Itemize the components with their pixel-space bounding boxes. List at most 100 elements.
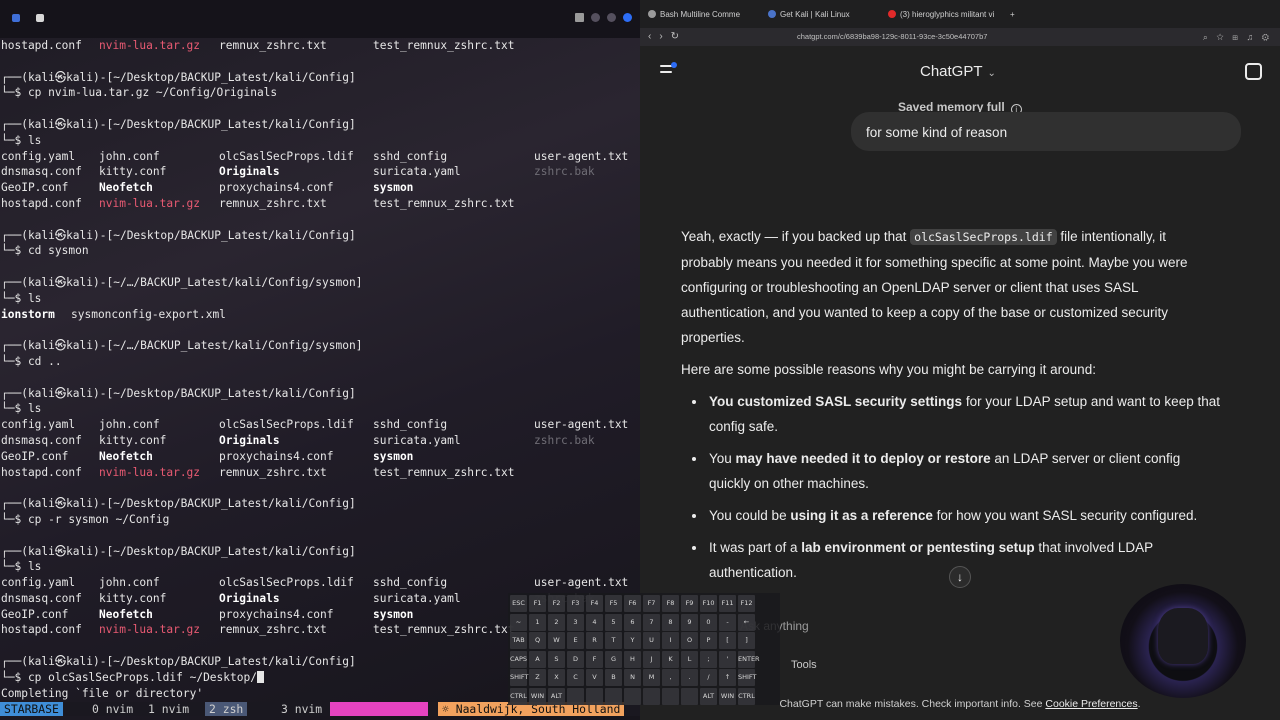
keyboard-key[interactable]: F4	[586, 595, 603, 612]
browser-tab[interactable]: (3) hieroglyphics militant vi	[888, 6, 1006, 24]
keyboard-key[interactable]: 6	[624, 613, 641, 631]
minimize-button[interactable]	[591, 13, 600, 22]
browser-tab[interactable]: Bash Multiline Comme	[648, 6, 760, 24]
keyboard-key[interactable]	[567, 687, 584, 705]
terminal-text: john.conf	[99, 576, 160, 590]
keyboard-key[interactable]: P	[700, 632, 717, 649]
on-screen-keyboard[interactable]: ESC F1 F2 F3 F4 F5 F6 F7 F8 F9 F10 F11 F12 ~1 2 3 4 5 6 7 8 9…	[508, 593, 780, 705]
keyboard-key[interactable]: F10	[700, 595, 717, 612]
keyboard-key[interactable]: '	[719, 650, 736, 668]
keyboard-key[interactable]: N	[624, 669, 641, 686]
grid-icon[interactable]	[575, 13, 584, 22]
maximize-button[interactable]	[607, 13, 616, 22]
keyboard-key[interactable]: /	[700, 669, 717, 686]
model-selector[interactable]: ChatGPT ⌄	[920, 63, 996, 80]
keyboard-key[interactable]: 5	[605, 613, 622, 631]
keyboard-key[interactable]: F12	[738, 595, 755, 612]
keyboard-key[interactable]	[605, 687, 622, 705]
keyboard-key[interactable]: O	[681, 632, 698, 649]
keyboard-key[interactable]: F5	[605, 595, 622, 612]
keyboard-key[interactable]: SHIFT	[510, 669, 529, 686]
keyboard-key[interactable]: M	[643, 669, 660, 686]
keyboard-key[interactable]: 7	[643, 613, 660, 631]
close-button[interactable]	[623, 13, 632, 22]
statusbar-segment: 0 nvim	[88, 702, 138, 716]
keyboard-key[interactable]: L	[681, 650, 698, 668]
keyboard-key[interactable]: SHIFT	[738, 669, 757, 686]
keyboard-key[interactable]: ALT	[548, 687, 565, 705]
keyboard-key[interactable]: F9	[681, 595, 698, 612]
keyboard-key[interactable]: CAPS	[510, 650, 527, 668]
keyboard-key[interactable]: ↑	[719, 669, 736, 686]
keyboard-key[interactable]: D	[567, 650, 584, 668]
scroll-down-button[interactable]: ↓	[949, 566, 971, 588]
keyboard-key[interactable]: WIN	[719, 687, 736, 705]
keyboard-key[interactable]: E	[567, 632, 584, 649]
keyboard-key[interactable]: H	[624, 650, 641, 668]
keyboard-key[interactable]: -	[719, 613, 736, 631]
keyboard-key[interactable]: ENTER	[738, 650, 760, 668]
keyboard-key[interactable]: K	[662, 650, 679, 668]
keyboard-key[interactable]: J	[643, 650, 660, 668]
address-bar[interactable]: ‹›↻ chatgpt.com/c/6839ba98-129c-8011-93c…	[640, 28, 1280, 46]
keyboard-key[interactable]: CTRL	[510, 687, 527, 705]
keyboard-key[interactable]: S	[548, 650, 565, 668]
keyboard-key[interactable]: 8	[662, 613, 679, 631]
keyboard-key[interactable]: T	[605, 632, 622, 649]
keyboard-key[interactable]: [	[719, 632, 736, 649]
keyboard-key[interactable]: F	[586, 650, 603, 668]
tab-label: Bash Multiline Comme	[660, 10, 741, 19]
nav-buttons[interactable]: ‹›↻	[648, 28, 687, 46]
keyboard-key[interactable]: 1	[529, 613, 546, 631]
keyboard-key[interactable]: Y	[624, 632, 641, 649]
keyboard-key[interactable]: ~	[510, 613, 527, 631]
keyboard-key[interactable]: X	[548, 669, 565, 686]
keyboard-key[interactable]: 3	[567, 613, 584, 631]
keyboard-key[interactable]: F8	[662, 595, 679, 612]
keyboard-key[interactable]	[643, 687, 660, 705]
keyboard-key[interactable]: ,	[662, 669, 679, 686]
keyboard-key[interactable]: F1	[529, 595, 546, 612]
keyboard-key[interactable]: 2	[548, 613, 565, 631]
browser-tab[interactable]: Get Kali | Kali Linux	[768, 6, 878, 24]
keyboard-key[interactable]: I	[662, 632, 679, 649]
keyboard-key[interactable]: F7	[643, 595, 660, 612]
toolbar-icons[interactable]: ⌕ ☆ ⊞ ♫ ⚙	[1203, 28, 1272, 46]
sidebar-menu-icon[interactable]	[660, 62, 677, 79]
new-chat-icon[interactable]	[1245, 63, 1262, 80]
keyboard-key[interactable]: F11	[719, 595, 736, 612]
keyboard-key[interactable]: ESC	[510, 595, 527, 612]
keyboard-key[interactable]: 0	[700, 613, 717, 631]
keyboard-key[interactable]: Z	[529, 669, 546, 686]
keyboard-key[interactable]	[681, 687, 698, 705]
keyboard-key[interactable]: G	[605, 650, 622, 668]
cookie-preferences-link[interactable]: Cookie Preferences	[1045, 698, 1137, 710]
keyboard-key[interactable]: U	[643, 632, 660, 649]
keyboard-key[interactable]: 9	[681, 613, 698, 631]
keyboard-key[interactable]: ;	[700, 650, 717, 668]
keyboard-key[interactable]: Q	[529, 632, 546, 649]
keyboard-key[interactable]	[662, 687, 679, 705]
tools-button[interactable]: Tools	[791, 659, 817, 671]
keyboard-key[interactable]: F2	[548, 595, 565, 612]
keyboard-key[interactable]: W	[548, 632, 565, 649]
browser-tab[interactable]: +	[1010, 6, 1024, 24]
keyboard-key[interactable]: TAB	[510, 632, 527, 649]
keyboard-key[interactable]: ←	[738, 613, 755, 631]
keyboard-key[interactable]: WIN	[529, 687, 546, 705]
keyboard-key[interactable]	[624, 687, 641, 705]
keyboard-key[interactable]: .	[681, 669, 698, 686]
url-text[interactable]: chatgpt.com/c/6839ba98-129c-8011-93ce-3c…	[797, 28, 987, 46]
keyboard-key[interactable]: A	[529, 650, 546, 668]
keyboard-key[interactable]: B	[605, 669, 622, 686]
keyboard-key[interactable]: F3	[567, 595, 584, 612]
keyboard-key[interactable]	[586, 687, 603, 705]
keyboard-key[interactable]: ALT	[700, 687, 717, 705]
keyboard-key[interactable]: R	[586, 632, 603, 649]
keyboard-key[interactable]: F6	[624, 595, 641, 612]
keyboard-key[interactable]: ]	[738, 632, 755, 649]
keyboard-key[interactable]: CTRL	[738, 687, 755, 705]
keyboard-key[interactable]: 4	[586, 613, 603, 631]
keyboard-key[interactable]: C	[567, 669, 584, 686]
keyboard-key[interactable]: V	[586, 669, 603, 686]
